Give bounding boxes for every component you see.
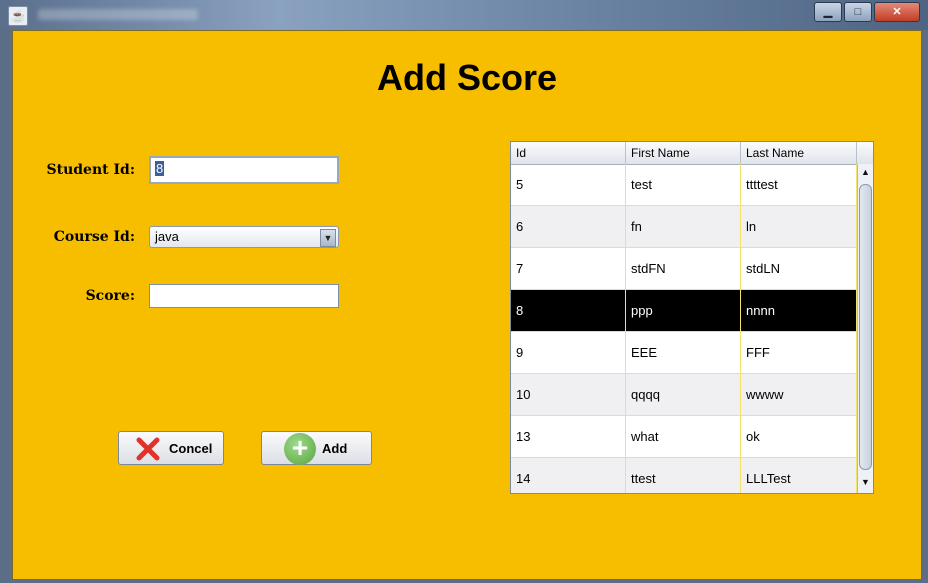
add-button-label: Add — [322, 441, 348, 456]
column-header-last-name[interactable]: Last Name — [741, 142, 857, 164]
table-row[interactable]: 13 what ok — [511, 416, 857, 458]
vertical-scrollbar[interactable]: ▲ ▼ — [857, 164, 873, 493]
table-row[interactable]: 14 ttest LLLTest — [511, 458, 857, 493]
course-id-combobox[interactable]: java ▼ — [149, 226, 339, 248]
cell-last-name: FFF — [741, 332, 857, 374]
close-x-icon — [136, 437, 160, 461]
cell-first-name: qqqq — [626, 374, 741, 416]
maximize-button[interactable]: □ — [844, 2, 872, 22]
score-field[interactable] — [149, 284, 339, 308]
cell-id: 5 — [511, 164, 626, 206]
student-id-label: Student Id: — [46, 162, 135, 178]
table-row[interactable]: 10 qqqq wwww — [511, 374, 857, 416]
cell-id: 8 — [511, 290, 626, 332]
cell-last-name: ok — [741, 416, 857, 458]
column-header-id[interactable]: Id — [511, 142, 626, 164]
students-table[interactable]: Id First Name Last Name 5 test ttttest 6… — [510, 141, 874, 494]
course-id-label: Course Id: — [53, 229, 135, 245]
close-button[interactable]: ✕ — [874, 2, 920, 22]
main-panel: Add Score Student Id: 8 Course Id: java … — [12, 30, 922, 580]
table-row-selected[interactable]: 8 ppp nnnn — [511, 290, 857, 332]
table-row[interactable]: 9 EEE FFF — [511, 332, 857, 374]
cell-first-name: what — [626, 416, 741, 458]
cell-last-name: nnnn — [741, 290, 857, 332]
student-id-value: 8 — [155, 161, 165, 176]
cell-id: 9 — [511, 332, 626, 374]
plus-icon: + — [284, 433, 316, 465]
cell-id: 14 — [511, 458, 626, 493]
cell-last-name: ln — [741, 206, 857, 248]
cell-first-name: test — [626, 164, 741, 206]
student-id-field[interactable]: 8 — [149, 156, 339, 184]
column-header-first-name[interactable]: First Name — [626, 142, 741, 164]
cell-first-name: ppp — [626, 290, 741, 332]
table-corner — [857, 142, 873, 165]
cell-id: 6 — [511, 206, 626, 248]
cancel-button[interactable]: Concel — [118, 431, 224, 465]
table-row[interactable]: 5 test ttttest — [511, 164, 857, 206]
cell-last-name: wwww — [741, 374, 857, 416]
cell-last-name: stdLN — [741, 248, 857, 290]
window-titlebar: ☕ ▁ □ ✕ — [0, 0, 928, 30]
cell-first-name: EEE — [626, 332, 741, 374]
table-body: 5 test ttttest 6 fn ln 7 stdFN stdLN 8 p… — [511, 164, 857, 493]
cell-id: 13 — [511, 416, 626, 458]
cell-first-name: ttest — [626, 458, 741, 493]
window-controls: ▁ □ ✕ — [814, 2, 920, 22]
table-row[interactable]: 7 stdFN stdLN — [511, 248, 857, 290]
cancel-button-label: Concel — [169, 441, 213, 456]
cell-id: 7 — [511, 248, 626, 290]
cell-id: 10 — [511, 374, 626, 416]
cell-first-name: fn — [626, 206, 741, 248]
scroll-up-icon[interactable]: ▲ — [860, 166, 871, 178]
java-cup-icon: ☕ — [8, 6, 28, 26]
table-header: Id First Name Last Name — [511, 142, 857, 165]
scrollbar-thumb[interactable] — [859, 184, 872, 470]
add-button[interactable]: + Add — [261, 431, 372, 465]
chevron-down-icon[interactable]: ▼ — [320, 229, 336, 247]
window-title-blurred — [38, 9, 198, 20]
table-row[interactable]: 6 fn ln — [511, 206, 857, 248]
minimize-button[interactable]: ▁ — [814, 2, 842, 22]
cell-first-name: stdFN — [626, 248, 741, 290]
cell-last-name: LLLTest — [741, 458, 857, 493]
course-id-value: java — [155, 229, 179, 244]
cell-last-name: ttttest — [741, 164, 857, 206]
scroll-down-icon[interactable]: ▼ — [860, 476, 871, 488]
page-title: Add Score — [376, 57, 558, 98]
score-label: Score: — [85, 288, 135, 304]
